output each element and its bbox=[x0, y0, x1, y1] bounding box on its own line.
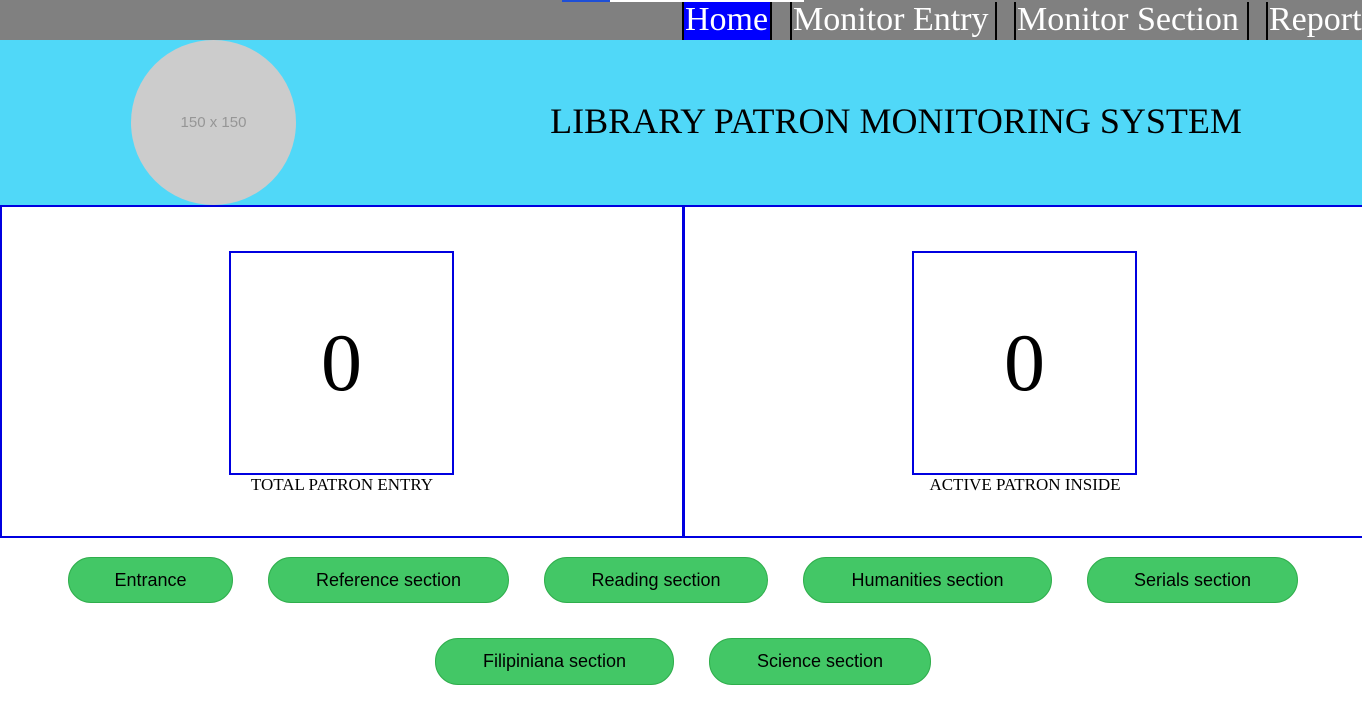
reference-section-button[interactable]: Reference section bbox=[268, 557, 509, 603]
total-entry-panel: 0 TOTAL PATRON ENTRY bbox=[0, 205, 684, 538]
page-title: LIBRARY PATRON MONITORING SYSTEM bbox=[550, 101, 1242, 141]
nav-monitor-section[interactable]: Monitor Section bbox=[1014, 2, 1249, 40]
active-inside-panel: 0 ACTIVE PATRON INSIDE bbox=[683, 205, 1362, 538]
nav-report[interactable]: Report bbox=[1266, 2, 1362, 40]
nav-monitor-entry[interactable]: Monitor Entry bbox=[790, 2, 997, 40]
logo-placeholder: 150 x 150 bbox=[131, 40, 296, 205]
nav-home[interactable]: Home bbox=[682, 2, 772, 40]
total-entry-label: TOTAL PATRON ENTRY bbox=[250, 475, 434, 494]
page-header: 150 x 150 LIBRARY PATRON MONITORING SYST… bbox=[0, 40, 1362, 205]
active-inside-count: 0 bbox=[912, 251, 1137, 475]
entrance-button[interactable]: Entrance bbox=[68, 557, 233, 603]
filipiniana-section-button[interactable]: Filipiniana section bbox=[435, 638, 674, 685]
reading-section-button[interactable]: Reading section bbox=[544, 557, 768, 603]
serials-section-button[interactable]: Serials section bbox=[1087, 557, 1298, 603]
science-section-button[interactable]: Science section bbox=[709, 638, 931, 685]
active-inside-label: ACTIVE PATRON INSIDE bbox=[929, 475, 1121, 494]
total-entry-count: 0 bbox=[229, 251, 454, 475]
humanities-section-button[interactable]: Humanities section bbox=[803, 557, 1052, 603]
top-nav-bar: Home Monitor Entry Monitor Section Repor… bbox=[0, 0, 1362, 40]
nav-divider-accent bbox=[562, 0, 610, 2]
